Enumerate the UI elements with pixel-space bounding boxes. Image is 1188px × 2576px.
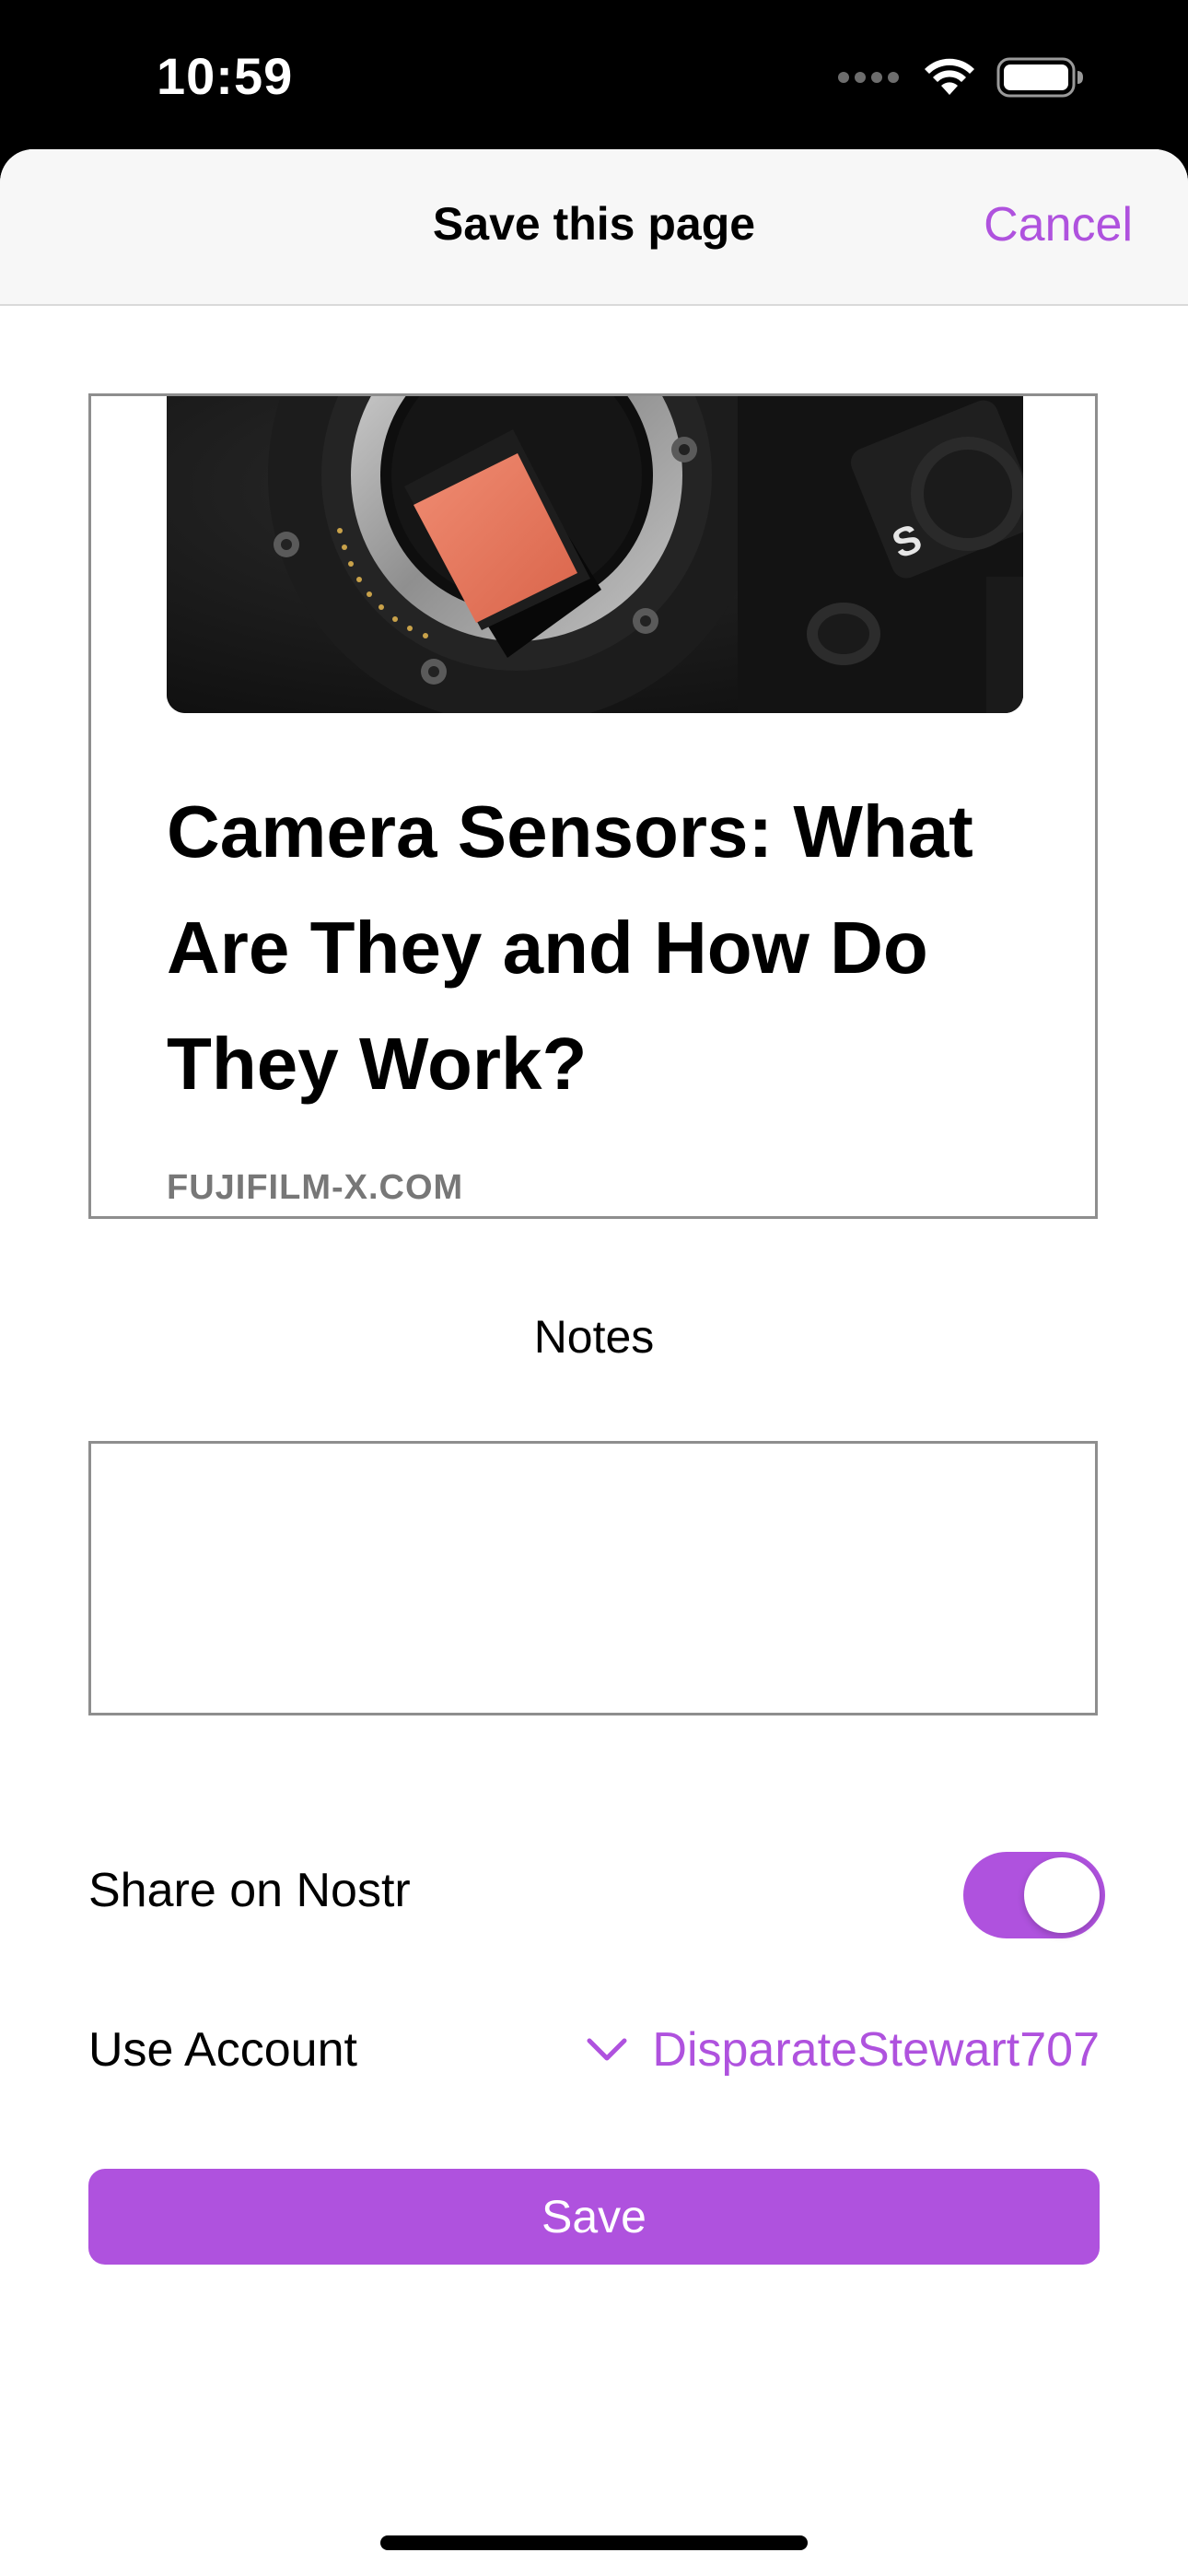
wifi-icon xyxy=(925,58,974,95)
link-preview-card[interactable]: S Camera Sensors: What Are They and How … xyxy=(88,393,1098,1219)
status-bar: 10:59 xyxy=(0,0,1188,149)
use-account-label: Use Account xyxy=(88,2023,357,2077)
account-picker[interactable]: DisparateStewart707 xyxy=(586,2022,1100,2078)
preview-domain: FUJIFILM-X.COM xyxy=(167,1168,464,1207)
preview-title: Camera Sensors: What Are They and How Do… xyxy=(167,790,973,1105)
nav-bar: Save this page Cancel xyxy=(0,149,1188,306)
battery-icon xyxy=(996,57,1083,98)
save-sheet: Save this page Cancel S Camera Sensors: … xyxy=(0,149,1188,2576)
notes-label: Notes xyxy=(533,1311,655,1363)
preview-image: S xyxy=(167,396,1023,713)
status-time: 10:59 xyxy=(157,47,294,105)
share-on-nostr-label: Share on Nostr xyxy=(88,1864,411,1917)
save-button[interactable]: Save xyxy=(88,2169,1100,2265)
notes-field[interactable] xyxy=(88,1441,1098,1715)
signal-icon xyxy=(838,72,899,83)
home-indicator[interactable] xyxy=(380,2535,808,2550)
chevron-down-icon xyxy=(587,2038,627,2061)
status-icons xyxy=(838,57,1085,98)
account-value: DisparateStewart707 xyxy=(652,2023,1100,2077)
share-on-nostr-toggle[interactable] xyxy=(963,1852,1105,1938)
cancel-button[interactable]: Cancel xyxy=(984,197,1133,252)
toggle-knob xyxy=(1024,1857,1100,1933)
